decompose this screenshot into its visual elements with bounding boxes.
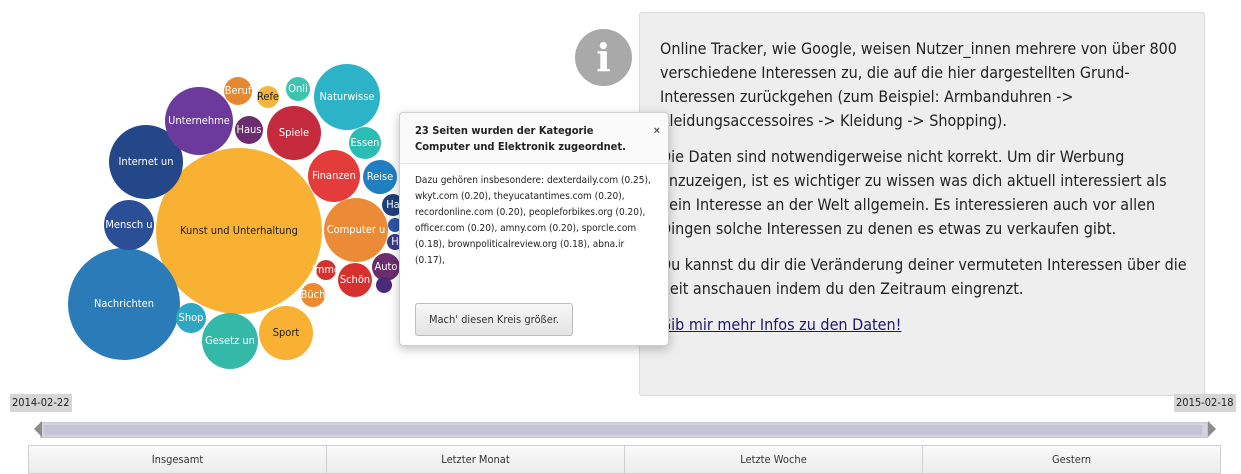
- range-button-group: Insgesamt Letzter Monat Letzte Woche Ges…: [28, 445, 1221, 474]
- bubble-label: Ha: [386, 198, 400, 211]
- range-last-week-button[interactable]: Letzte Woche: [624, 445, 923, 474]
- bubble-label: Gesetz un: [205, 334, 255, 347]
- slider-start-handle[interactable]: [34, 421, 42, 437]
- bubble-label: Reise: [367, 170, 393, 183]
- category-popover: 23 Seiten wurden der Kategorie Computer …: [399, 112, 669, 346]
- end-date-label: 2015-02-18: [1174, 394, 1236, 412]
- info-paragraph-3: Du kannst du dir die Veränderung deiner …: [660, 255, 1187, 298]
- slider-range-fill: [44, 425, 1202, 435]
- info-glyph: i: [596, 35, 611, 80]
- bubble-label: Naturwisse: [320, 90, 375, 103]
- popover-title: 23 Seiten wurden der Kategorie Computer …: [400, 113, 668, 164]
- info-text: Online Tracker, wie Google, weisen Nutze…: [660, 37, 1190, 349]
- bubble-label: Essen: [351, 136, 380, 149]
- range-yesterday-button[interactable]: Gestern: [922, 445, 1221, 474]
- bubble-label: Büch: [301, 288, 326, 301]
- info-icon: i: [575, 29, 632, 86]
- info-paragraph-1: Online Tracker, wie Google, weisen Nutze…: [660, 39, 1177, 130]
- bubble-label: Immo: [312, 263, 340, 276]
- bubble-label: Beruf: [225, 84, 252, 97]
- bubble-label: Internet un: [119, 155, 174, 168]
- bubble-label: Shop: [179, 311, 204, 324]
- bubble-label: Haus: [237, 123, 262, 136]
- enlarge-circle-button[interactable]: Mach' diesen Kreis größer.: [415, 303, 573, 336]
- range-overall-button[interactable]: Insgesamt: [28, 445, 327, 474]
- bubble-label: Auto: [375, 260, 398, 273]
- bubble-label: Mensch u: [105, 218, 152, 231]
- info-panel: Online Tracker, wie Google, weisen Nutze…: [639, 12, 1205, 396]
- date-range-slider[interactable]: [40, 422, 1208, 438]
- start-date-label: 2014-02-22: [10, 394, 72, 412]
- range-last-month-button[interactable]: Letzter Monat: [326, 445, 625, 474]
- bubble-label: Sport: [273, 326, 300, 339]
- popover-body: Dazu gehören insbesondere: dexterdaily.c…: [415, 175, 651, 266]
- bubble-label: Schön: [340, 273, 370, 286]
- slider-end-handle[interactable]: [1208, 421, 1216, 437]
- bubble-label: Finanzen: [312, 169, 356, 182]
- more-info-link[interactable]: Gib mir mehr Infos zu den Daten!: [660, 315, 901, 334]
- bubble-label: Onli: [288, 82, 308, 95]
- bubble-label: Nachrichten: [94, 297, 154, 310]
- bubble-unlabeled-25[interactable]: [376, 277, 392, 293]
- bubble-label: Unternehme: [168, 114, 230, 127]
- interest-bubble-chart[interactable]: Kunst und Unterhaltung Nachrichten Interne…: [0, 0, 420, 380]
- close-icon[interactable]: ×: [654, 123, 660, 139]
- bubble-label: H: [391, 235, 398, 248]
- bubble-label: Spiele: [279, 126, 309, 139]
- bubble-label: Refe: [257, 90, 279, 103]
- bubble-label: Kunst und Unterhaltung: [180, 224, 298, 237]
- bubble-label: Computer u: [327, 223, 386, 236]
- info-paragraph-2: Die Daten sind notwendigerweise nicht ko…: [660, 147, 1167, 238]
